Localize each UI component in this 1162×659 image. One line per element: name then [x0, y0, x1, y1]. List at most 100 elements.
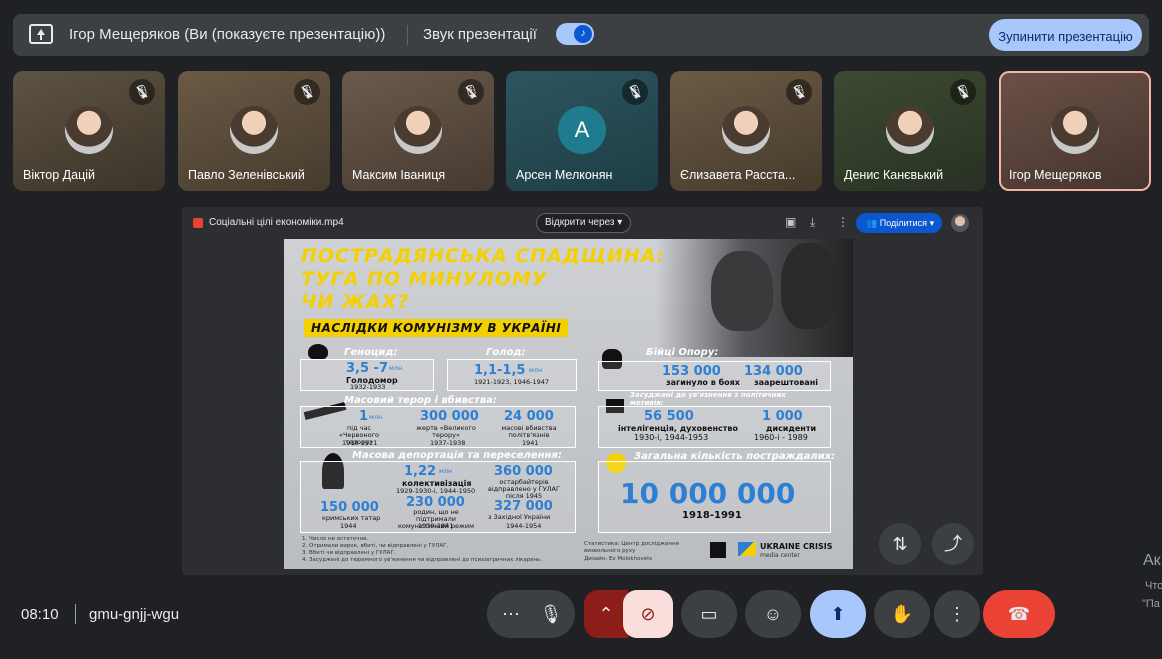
participant-name: Віктор Дацій — [23, 168, 96, 182]
portraits-illustration — [656, 239, 853, 357]
present-screen-icon — [29, 24, 53, 44]
terror-label: Масовий терор і вбивства: — [344, 395, 497, 406]
leave-call-button[interactable]: ☎ — [983, 590, 1055, 638]
open-with-dropdown[interactable]: Відкрити через ▾ — [536, 213, 632, 233]
viewer-toolbar: Соціальні цілі економіки.mp4 Відкрити че… — [182, 207, 983, 239]
participant-tile[interactable]: 🎙 Павло Зеленівський — [178, 71, 330, 191]
mic-off-icon: 🎙 — [786, 79, 812, 105]
camera-options-button[interactable]: ⌃ — [584, 590, 628, 638]
camera-off-button[interactable]: ⊘ — [623, 590, 673, 638]
meeting-code: gmu-gnjj-wgu — [89, 606, 180, 623]
divider — [75, 604, 76, 624]
participant-tile[interactable]: 🎙 Віктор Дацій — [13, 71, 165, 191]
total-value: 10 000 000 — [620, 477, 796, 510]
participant-tile[interactable]: 🎙 Денис Канєвький — [834, 71, 986, 191]
fighters-label: Бійці Опору: — [646, 347, 719, 358]
fighters-arrested-note: заарештовані — [754, 378, 818, 387]
presenter-label: Ігор Мещеряков (Ви (показуєте презентаці… — [69, 26, 386, 43]
deport-label: Масова депортація та переселення: — [352, 450, 562, 461]
terror-great-years: 1937-1938 — [430, 439, 466, 447]
reactions-button[interactable]: ☺ — [745, 590, 801, 638]
participant-name: Арсен Мелконян — [516, 168, 613, 182]
deport-west-years: 1944-1954 — [506, 522, 542, 530]
captions-icon: ▭ — [700, 604, 718, 624]
famine-value: 1,1-1,5 — [474, 363, 526, 378]
sack-icon — [308, 344, 328, 360]
political-intel-note: інтелігенція, духовенство — [618, 424, 738, 433]
comment-icon[interactable]: ▣ — [785, 215, 796, 229]
edge-text: Ак — [1143, 552, 1161, 569]
more-options-button[interactable]: ⋮ — [934, 590, 980, 638]
political-dissid-value: 1 000 — [762, 409, 803, 424]
microphone-button[interactable]: 🎙 — [527, 590, 575, 638]
video-file-icon — [193, 218, 203, 228]
presentation-view: Соціальні цілі економіки.mp4 Відкрити че… — [182, 207, 983, 575]
terror-red-years: 1918-1921 — [342, 439, 378, 447]
genocide-value: 3,5 -7 — [346, 361, 388, 376]
slide-subtitle: НАСЛІДКИ КОМУНІЗМУ В УКРАЇНІ — [304, 319, 569, 337]
mic-off-icon: 🎙 — [622, 79, 648, 105]
genocide-years: 1932-1933 — [350, 383, 386, 391]
presentation-sound-label: Звук презентації — [423, 26, 537, 43]
avatar — [1051, 106, 1099, 154]
fighters-killed-note: загинуло в боях — [666, 378, 740, 387]
captions-button[interactable]: ▭ — [681, 590, 737, 638]
total-years: 1918-1991 — [682, 510, 742, 521]
presenting-banner: Ігор Мещеряков (Ви (показуєте презентаці… — [13, 14, 1149, 56]
deport-west-note: з Західної України — [488, 513, 551, 521]
presentation-sound-toggle[interactable]: ♪ — [556, 23, 594, 45]
more-vert-icon[interactable]: ⋮ — [837, 215, 849, 229]
fighters-killed-value: 153 000 — [662, 364, 721, 379]
mic-off-icon: 🎙 — [294, 79, 320, 105]
political-label: Засуджені до ув'язнення з політичних мот… — [630, 391, 786, 407]
swap-layout-button[interactable]: ⇅ — [879, 523, 921, 565]
famine-unit: млн — [529, 366, 543, 374]
file-name: Соціальні цілі економіки.mp4 — [209, 217, 344, 228]
deport-ost-value: 360 000 — [494, 464, 553, 479]
participant-tile[interactable]: A 🎙 Арсен Мелконян — [506, 71, 658, 191]
participant-name: Павло Зеленівський — [188, 168, 305, 182]
stop-presenting-button[interactable]: Зупинити презентацію — [989, 19, 1142, 51]
terror-great-note: жертв «Великого терору» — [416, 424, 476, 439]
avatar — [886, 106, 934, 154]
terror-great-value: 300 000 — [420, 409, 479, 424]
title-line: ПОСТРАДЯНСЬКА СПАДЩИНА: — [301, 245, 666, 267]
present-now-button[interactable]: ⬆ — [810, 590, 866, 638]
participant-tile[interactable]: 🎙 Єлизавета Расста... — [670, 71, 822, 191]
deport-west-value: 327 000 — [494, 499, 553, 514]
political-intel-years: 1930-і, 1944-1953 — [634, 433, 709, 442]
famine-years: 1921-1923, 1946-1947 — [474, 378, 549, 386]
avatar: A — [558, 106, 606, 154]
terror-prisoners-years: 1941 — [522, 439, 539, 447]
download-icon[interactable]: ⤓ — [810, 215, 815, 230]
avatar — [394, 106, 442, 154]
terror-red-value: 1 — [359, 409, 369, 424]
political-intel-value: 56 500 — [644, 409, 694, 424]
genocide-unit: млн — [389, 364, 403, 372]
deport-collect-value: 1,22 — [404, 464, 437, 479]
avatar — [230, 106, 278, 154]
participant-name: Ігор Мещеряков — [1009, 168, 1102, 182]
deport-tatars-note: кримських татар — [322, 514, 381, 522]
share-label: Поділитися — [879, 218, 928, 228]
ukraine-crisis-logo-icon — [738, 542, 756, 556]
account-avatar[interactable] — [951, 214, 969, 232]
edge-text: "Па — [1142, 598, 1160, 610]
institute-logo-icon — [710, 542, 726, 558]
share-icon-button[interactable]: ⤴ — [932, 523, 974, 565]
footnote: 2. Отримали вирок, вбиті, чи відправлені… — [302, 543, 449, 549]
participant-tile[interactable]: 🎙 Максим Іваниця — [342, 71, 494, 191]
terror-prisoners-value: 24 000 — [504, 409, 554, 424]
credit-stats: Статистика: Центр дослідження визвольног… — [584, 541, 679, 554]
divider — [407, 25, 408, 45]
terror-prisoners-note: масові вбивства політв'язнів — [501, 424, 557, 439]
political-dissid-years: 1960-і - 1989 — [754, 433, 808, 442]
footnote: 1. Число не остаточне. — [302, 536, 369, 542]
participant-name: Максим Іваниця — [352, 168, 446, 182]
raise-hand-button[interactable]: ✋ — [874, 590, 930, 638]
title-line: ЧИ ЖАХ? — [301, 291, 410, 313]
participant-tile-self[interactable]: Ігор Мещеряков — [999, 71, 1151, 191]
famine-label: Голод: — [486, 347, 526, 358]
terror-red-unit: млн — [369, 413, 383, 421]
share-button[interactable]: 👥 Поділитися ▾ — [856, 213, 942, 233]
